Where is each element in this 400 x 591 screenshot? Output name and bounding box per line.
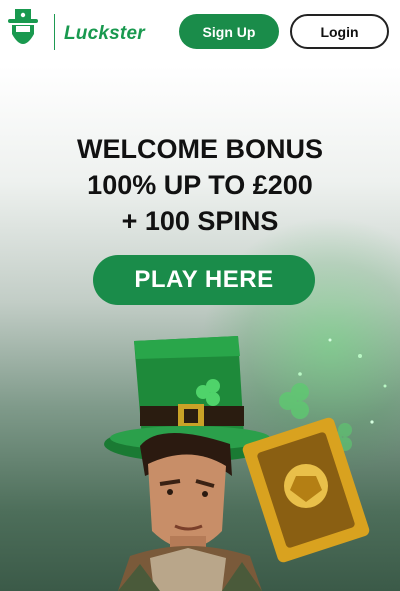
play-here-button[interactable]: PLAY HERE	[93, 255, 315, 305]
site-header: Luckster Sign Up Login	[0, 0, 400, 66]
headline-line-3: + 100 SPINS	[121, 206, 279, 236]
leprechaun-character-illustration	[104, 336, 387, 591]
clover-icon	[279, 383, 309, 419]
sign-up-button[interactable]: Sign Up	[179, 14, 279, 49]
logo-divider	[54, 14, 55, 50]
logo-text[interactable]: Luckster	[64, 23, 145, 45]
headline-line-2: 100% UP TO £200	[87, 170, 313, 200]
leprechaun-logo-icon[interactable]	[6, 8, 40, 56]
promo-hero: WELCOME BONUS 100% UP TO £200 + 100 SPIN…	[0, 66, 400, 591]
login-button[interactable]: Login	[290, 14, 389, 49]
headline-line-1: WELCOME BONUS	[77, 134, 323, 164]
